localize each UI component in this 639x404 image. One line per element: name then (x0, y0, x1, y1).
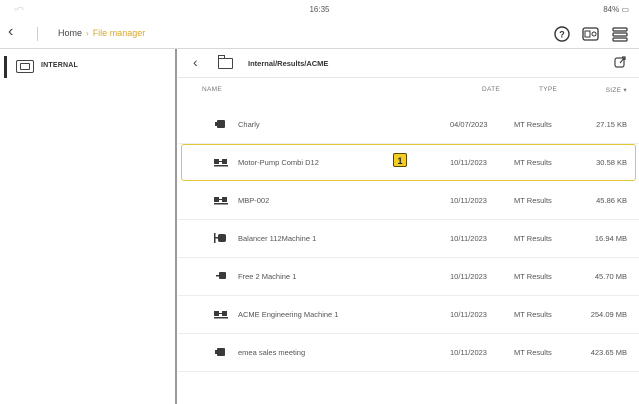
status-bar: ◦◠ 16:35 84% ▭ (0, 0, 639, 20)
file-type: MT Results (514, 272, 552, 281)
top-navbar: ‹ Home › File manager ? (0, 20, 639, 49)
table-row[interactable]: emea sales meeting 10/11/2023 MT Results… (178, 334, 639, 372)
file-type: MT Results (514, 196, 552, 205)
file-size: 16.94 MB (594, 234, 627, 243)
storage-sidebar: INTERNAL (0, 49, 177, 404)
column-date[interactable]: DATE (482, 86, 500, 93)
file-size: 254.09 MB (590, 310, 627, 319)
folder-icon (218, 55, 233, 69)
file-date: 10/11/2023 (450, 310, 487, 319)
machine-single-icon (215, 120, 225, 128)
file-date: 04/07/2023 (450, 120, 488, 129)
svg-text:?: ? (559, 30, 565, 40)
help-icon[interactable]: ? (551, 24, 573, 44)
file-name: Balancer 112Machine 1 (238, 234, 317, 243)
table-row[interactable]: Balancer 112Machine 1 10/11/2023 MT Resu… (178, 220, 639, 258)
file-type: MT Results (514, 310, 552, 319)
column-size[interactable]: SIZE ▾ (606, 86, 627, 94)
column-type[interactable]: TYPE (539, 86, 557, 93)
file-size: 45.86 KB (596, 196, 627, 205)
file-name: Free 2 Machine 1 (238, 272, 297, 281)
file-size: 27.15 KB (596, 120, 627, 129)
file-type: MT Results (514, 348, 552, 357)
drive-icon (16, 60, 34, 73)
breadcrumb-home[interactable]: Home (58, 28, 82, 38)
menu-icon[interactable] (609, 24, 631, 44)
file-date: 10/11/2023 (450, 234, 487, 243)
selection-highlight (181, 144, 636, 181)
file-name: MBP-002 (238, 196, 270, 205)
battery-indicator: 84% ▭ (603, 5, 629, 14)
current-path: Internal/Results/ACME (248, 59, 329, 68)
path-bar: ‹ Internal/Results/ACME (178, 49, 639, 78)
file-date: 10/11/2023 (450, 272, 487, 281)
annotation-badge: 1 (393, 153, 407, 167)
machine-small-icon (216, 272, 226, 279)
table-row[interactable]: Free 2 Machine 1 10/11/2023 MT Results 4… (178, 258, 639, 296)
machine-single-icon (215, 348, 225, 356)
file-size: 423.65 MB (590, 348, 627, 357)
breadcrumb-separator: › (86, 29, 89, 38)
motor-pump-icon (214, 197, 228, 205)
file-date: 10/11/2023 (450, 196, 487, 205)
device-icon[interactable] (580, 24, 602, 44)
table-header: NAME DATE TYPE SIZE ▾ (178, 78, 639, 100)
export-icon[interactable] (613, 55, 627, 69)
divider (37, 27, 38, 41)
sidebar-item-internal[interactable]: INTERNAL (4, 56, 177, 78)
table-row[interactable]: ACME Engineering Machine 1 10/11/2023 MT… (178, 296, 639, 334)
file-name: ACME Engineering Machine 1 (238, 310, 339, 319)
table-row[interactable]: MBP-002 10/11/2023 MT Results 45.86 KB (178, 182, 639, 220)
file-name: Charly (238, 120, 260, 129)
file-size: 45.70 MB (594, 272, 627, 281)
motor-pump-icon (214, 311, 228, 319)
battery-icon: ▭ (621, 5, 629, 14)
sidebar-item-label: INTERNAL (41, 62, 78, 69)
clock: 16:35 (309, 5, 330, 14)
column-name[interactable]: NAME (202, 86, 222, 93)
file-type: MT Results (514, 234, 552, 243)
breadcrumb: Home › File manager (58, 28, 145, 38)
file-date: 10/11/2023 (450, 348, 487, 357)
table-row[interactable]: Charly 04/07/2023 MT Results 27.15 KB (178, 106, 639, 144)
breadcrumb-current: File manager (92, 28, 146, 38)
folder-back-icon[interactable]: ‹ (193, 54, 198, 70)
balancer-icon (214, 233, 226, 243)
chevron-left-icon[interactable]: ‹ (8, 23, 13, 41)
file-type: MT Results (514, 120, 552, 129)
file-name: emea sales meeting (238, 348, 306, 357)
